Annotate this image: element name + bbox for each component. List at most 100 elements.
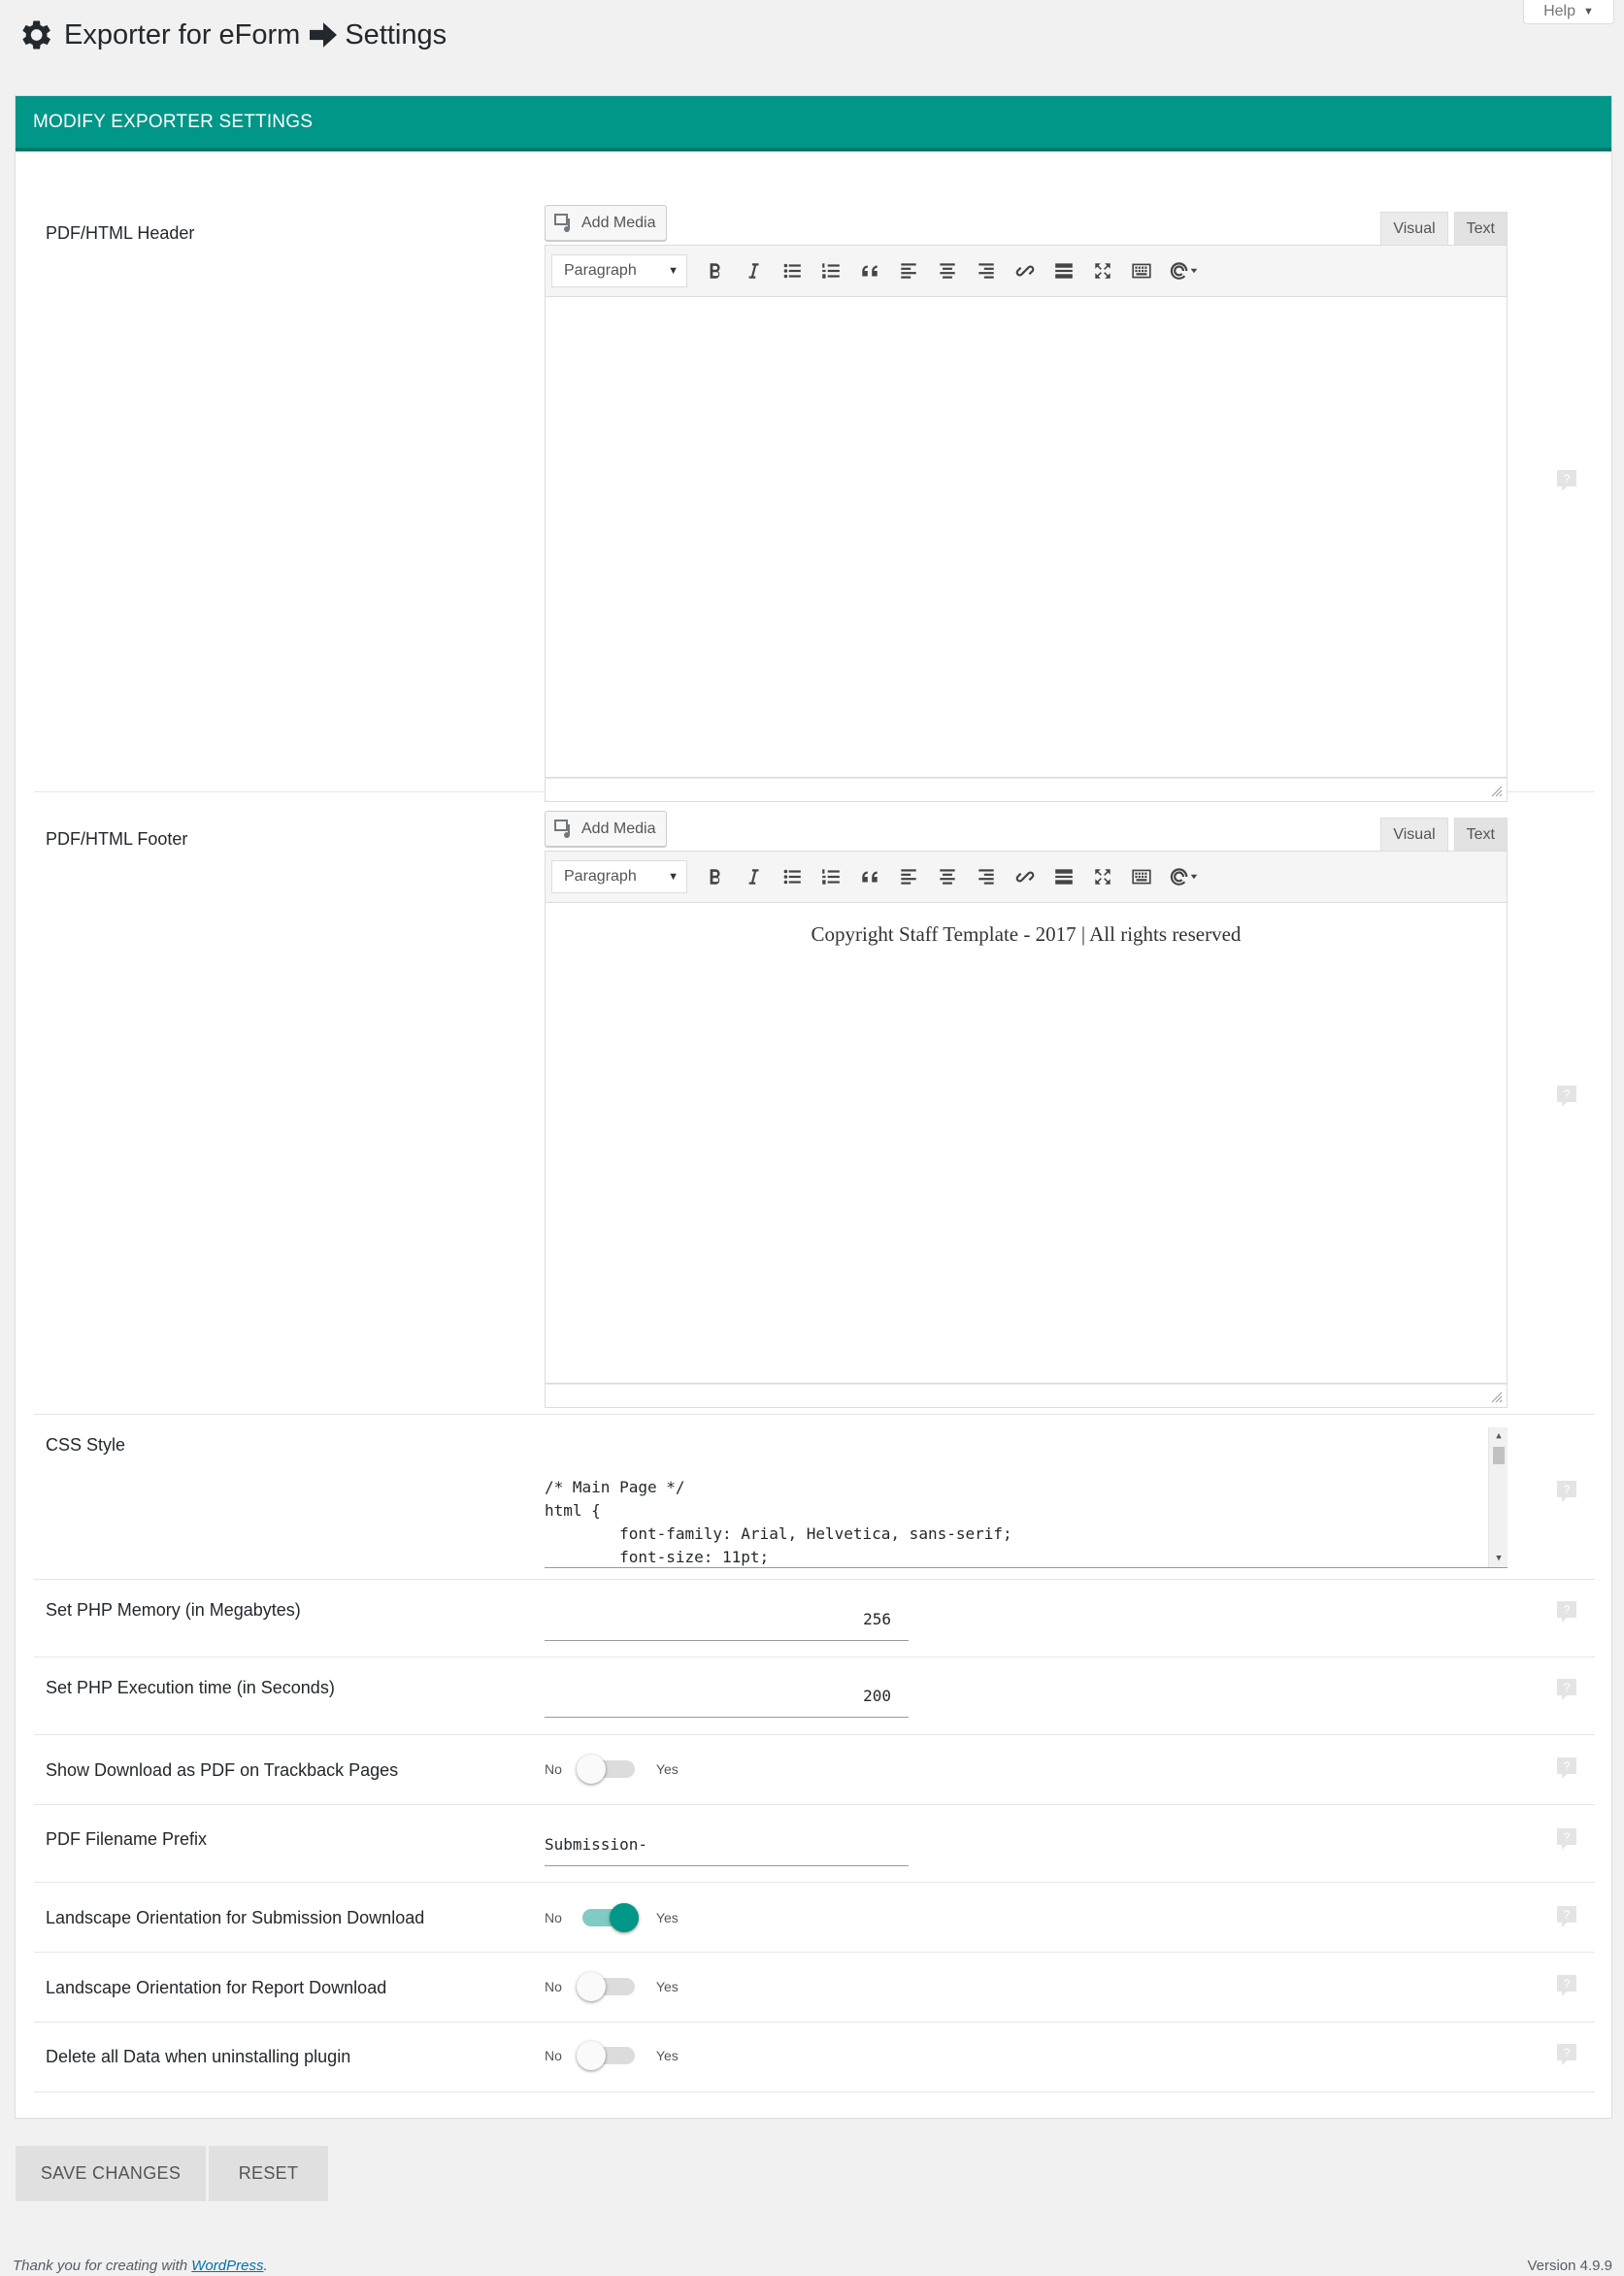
- align-right-icon[interactable]: [967, 254, 1006, 287]
- toggle-knob[interactable]: [576, 2041, 606, 2070]
- delete-data-row: Delete all Data when uninstalling plugin…: [34, 2024, 1595, 2092]
- help-icon[interactable]: ?: [1556, 2043, 1577, 2066]
- delete-data-toggle[interactable]: No Yes: [545, 2041, 679, 2070]
- align-center-icon[interactable]: [928, 860, 967, 893]
- help-icon[interactable]: ?: [1556, 469, 1577, 492]
- read-more-icon[interactable]: [1044, 860, 1083, 893]
- tab-text[interactable]: Text: [1453, 818, 1508, 852]
- landscape-report-toggle[interactable]: No Yes: [545, 1972, 679, 2001]
- help-icon[interactable]: ?: [1556, 1827, 1577, 1851]
- bullet-list-icon[interactable]: [773, 860, 812, 893]
- exec-time-input[interactable]: 200: [545, 1675, 909, 1718]
- keyboard-icon[interactable]: [1122, 254, 1161, 287]
- scroll-up-icon[interactable]: ▲: [1489, 1429, 1508, 1443]
- memory-input[interactable]: 256: [545, 1598, 909, 1641]
- blockquote-icon[interactable]: [850, 254, 889, 287]
- footer-label: PDF/HTML Footer: [46, 829, 188, 849]
- format-select-value: Paragraph: [564, 868, 637, 885]
- add-media-button[interactable]: Add Media: [545, 205, 667, 241]
- landscape-report-label: Landscape Orientation for Report Downloa…: [46, 1978, 387, 1997]
- toggle-track[interactable]: [576, 1755, 635, 1784]
- form-shortcode-icon[interactable]: [1161, 254, 1206, 287]
- help-tab[interactable]: Help ▼: [1523, 0, 1614, 24]
- keyboard-icon[interactable]: [1122, 860, 1161, 893]
- trackback-toggle[interactable]: No Yes: [545, 1755, 679, 1784]
- tab-visual[interactable]: Visual: [1380, 818, 1448, 852]
- help-icon[interactable]: ?: [1556, 1678, 1577, 1701]
- wordpress-link[interactable]: WordPress: [191, 2258, 263, 2274]
- footer-editor: Add Media Visual Text Paragraph ▼ Copyri…: [545, 811, 1508, 1408]
- align-left-icon[interactable]: [889, 254, 928, 287]
- svg-text:?: ?: [1564, 1977, 1571, 1991]
- fullscreen-icon[interactable]: [1083, 254, 1122, 287]
- tab-visual[interactable]: Visual: [1380, 212, 1448, 246]
- header-editor-body[interactable]: [545, 297, 1508, 778]
- toggle-track[interactable]: [581, 1903, 639, 1932]
- format-select-value: Paragraph: [564, 262, 637, 279]
- footer-editor-content: Copyright Staff Template - 2017 | All ri…: [811, 922, 1242, 946]
- italic-icon[interactable]: [734, 860, 773, 893]
- toggle-knob[interactable]: [576, 1972, 606, 2001]
- add-media-button[interactable]: Add Media: [545, 811, 667, 847]
- svg-text:?: ?: [1564, 472, 1571, 485]
- footer-editor-body[interactable]: Copyright Staff Template - 2017 | All ri…: [545, 903, 1508, 1384]
- save-button[interactable]: SAVE CHANGES: [16, 2146, 206, 2201]
- help-icon[interactable]: ?: [1556, 1600, 1577, 1623]
- svg-text:?: ?: [1564, 2046, 1571, 2059]
- toggle-track[interactable]: [576, 2041, 635, 2070]
- arrow-right-icon: [310, 22, 338, 48]
- format-select[interactable]: Paragraph ▼: [551, 860, 687, 893]
- help-tab-label: Help: [1543, 3, 1575, 19]
- css-textarea[interactable]: /* Main Page */ html { font-family: Aria…: [545, 1427, 1508, 1568]
- align-right-icon[interactable]: [967, 860, 1006, 893]
- toggle-yes-label: Yes: [655, 1761, 679, 1777]
- help-icon[interactable]: ?: [1556, 1905, 1577, 1928]
- editor-statusbar: [545, 1384, 1508, 1408]
- prefix-input[interactable]: Submission-: [545, 1824, 909, 1866]
- toggle-knob[interactable]: [609, 1903, 639, 1932]
- bullet-list-icon[interactable]: [773, 254, 812, 287]
- form-shortcode-icon[interactable]: [1161, 860, 1206, 893]
- blockquote-icon[interactable]: [850, 860, 889, 893]
- svg-text:?: ?: [1564, 1759, 1571, 1773]
- help-icon[interactable]: ?: [1556, 1974, 1577, 1997]
- bold-icon[interactable]: [695, 254, 734, 287]
- scrollbar[interactable]: ▲ ▼: [1488, 1427, 1508, 1567]
- toggle-track[interactable]: [576, 1972, 635, 2001]
- header-editor: Add Media Visual Text Paragraph ▼: [545, 205, 1508, 802]
- page-title: Exporter for eForm Settings: [16, 14, 447, 56]
- italic-icon[interactable]: [734, 254, 773, 287]
- exec-time-label: Set PHP Execution time (in Seconds): [46, 1678, 335, 1697]
- numbered-list-icon[interactable]: [812, 254, 850, 287]
- align-left-icon[interactable]: [889, 860, 928, 893]
- help-icon[interactable]: ?: [1556, 1757, 1577, 1780]
- svg-text:?: ?: [1564, 1830, 1571, 1844]
- tab-text[interactable]: Text: [1453, 212, 1508, 246]
- scroll-down-icon[interactable]: ▼: [1489, 1552, 1508, 1565]
- footer-suffix: .: [263, 2258, 268, 2274]
- editor-toolbar: Paragraph ▼: [545, 851, 1508, 903]
- help-icon[interactable]: ?: [1556, 1085, 1577, 1108]
- toggle-knob[interactable]: [576, 1755, 606, 1784]
- landscape-submission-toggle[interactable]: No Yes: [545, 1903, 679, 1932]
- resize-handle-icon[interactable]: [1491, 1391, 1503, 1403]
- toggle-no-label: No: [545, 1979, 562, 1994]
- reset-button[interactable]: RESET: [209, 2146, 328, 2201]
- link-icon[interactable]: [1006, 254, 1044, 287]
- memory-row: Set PHP Memory (in Megabytes) 256 ?: [34, 1581, 1595, 1657]
- delete-data-label: Delete all Data when uninstalling plugin: [46, 2047, 351, 2066]
- help-icon[interactable]: ?: [1556, 1480, 1577, 1503]
- fullscreen-icon[interactable]: [1083, 860, 1122, 893]
- bold-icon[interactable]: [695, 860, 734, 893]
- add-media-label: Add Media: [581, 214, 656, 231]
- prefix-label: PDF Filename Prefix: [46, 1829, 208, 1849]
- format-select[interactable]: Paragraph ▼: [551, 254, 687, 287]
- link-icon[interactable]: [1006, 860, 1044, 893]
- toggle-yes-label: Yes: [655, 2048, 679, 2063]
- svg-text:?: ?: [1564, 1088, 1571, 1101]
- scroll-thumb[interactable]: [1493, 1447, 1505, 1464]
- chevron-down-icon: ▼: [1583, 6, 1594, 17]
- align-center-icon[interactable]: [928, 254, 967, 287]
- read-more-icon[interactable]: [1044, 254, 1083, 287]
- numbered-list-icon[interactable]: [812, 860, 850, 893]
